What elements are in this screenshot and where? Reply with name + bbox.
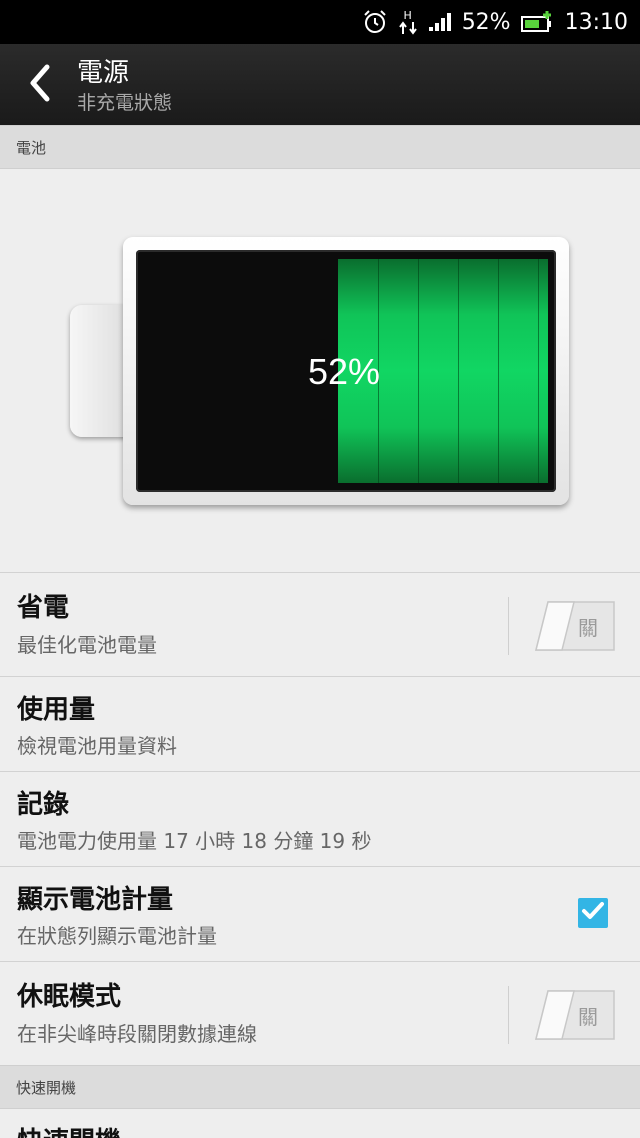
row-title: 記錄 [17,790,70,820]
battery-inner: 52% [136,250,556,492]
row-subtitle: 最佳化電池電量 [17,633,157,657]
power-saver-toggle[interactable]: 關 [534,600,616,652]
row-subtitle: 電池電力使用量 17 小時 18 分鐘 19 秒 [17,829,372,853]
power-saver-row[interactable]: 省電 最佳化電池電量 關 [0,572,640,676]
quick-boot-row[interactable]: 快速開機 [0,1109,640,1138]
row-divider [508,986,509,1044]
row-title: 省電 [17,593,70,623]
battery-segment-line [458,259,459,483]
row-title: 使用量 [17,695,96,725]
alarm-icon [362,9,388,35]
sleep-mode-row[interactable]: 休眠模式 在非尖峰時段關閉數據連線 關 [0,961,640,1065]
checkmark-icon [581,899,605,927]
row-divider [508,597,509,655]
row-subtitle: 在非尖峰時段關閉數據連線 [17,1022,257,1046]
row-title: 休眠模式 [17,982,122,1012]
battery-charging-icon [520,10,555,34]
battery-level-label: 52% [308,351,381,392]
show-battery-meter-row[interactable]: 顯示電池計量 在狀態列顯示電池計量 [0,866,640,961]
toggle-label: 關 [578,1005,598,1029]
battery-percent-text: 52% [461,9,511,35]
battery-segment-line [498,259,499,483]
status-bar: H 52% 13:10 [0,0,640,44]
signal-icon [428,12,452,32]
battery-segment-line [538,259,539,483]
sleep-mode-toggle[interactable]: 關 [534,989,616,1041]
battery-body: 52% [123,237,569,505]
battery-segment-line [418,259,419,483]
section-header-battery: 電池 [0,125,640,169]
section-header-quick-boot: 快速開機 [0,1065,640,1109]
network-type-label: H [403,8,412,22]
row-title: 顯示電池計量 [17,885,174,915]
row-subtitle: 檢視電池用量資料 [17,734,177,758]
battery-terminal [70,305,130,437]
data-arrows-icon: H [398,10,418,35]
back-button[interactable] [18,60,62,110]
page-title: 電源 [77,58,130,88]
show-battery-meter-checkbox[interactable] [578,898,608,928]
history-row[interactable]: 記錄 電池電力使用量 17 小時 18 分鐘 19 秒 [0,771,640,866]
page-subtitle: 非充電狀態 [77,92,173,114]
clock: 13:10 [564,9,628,35]
row-title: 快速開機 [17,1121,121,1138]
usage-row[interactable]: 使用量 檢視電池用量資料 [0,676,640,771]
action-bar: 電源 非充電狀態 [0,44,640,126]
chevron-left-icon [27,63,53,107]
toggle-label: 關 [578,616,598,640]
row-subtitle: 在狀態列顯示電池計量 [17,924,217,948]
